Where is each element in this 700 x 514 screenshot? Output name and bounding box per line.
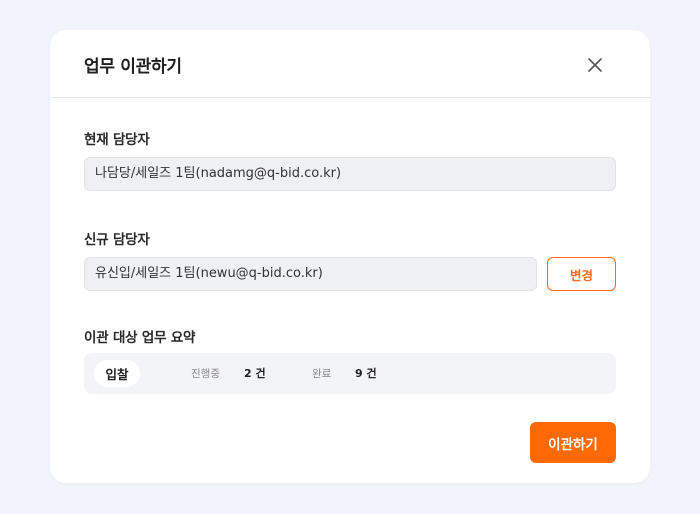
modal-header: 업무 이관하기 [50, 30, 650, 98]
transfer-modal: 업무 이관하기 현재 담당자 나담당/세일즈 1팀(nadamg@q-bid.c… [50, 30, 650, 483]
close-icon [588, 58, 602, 72]
in-progress-label: 진행중 [191, 368, 220, 380]
summary-label: 이관 대상 업무 요약 [84, 330, 196, 346]
modal-title: 업무 이관하기 [84, 57, 182, 77]
current-owner-label: 현재 담당자 [84, 132, 150, 148]
done-label: 완료 [312, 368, 332, 380]
summary-box: 입찰 진행중 2 건 완료 9 건 [84, 353, 616, 394]
done-count: 9 건 [355, 367, 377, 380]
transfer-submit-button[interactable]: 이관하기 [530, 422, 616, 463]
summary-category-pill: 입찰 [94, 360, 140, 387]
new-owner-label: 신규 담당자 [84, 232, 150, 248]
change-owner-button[interactable]: 변경 [547, 257, 616, 291]
close-button[interactable] [584, 54, 606, 76]
current-owner-field: 나담당/세일즈 1팀(nadamg@q-bid.co.kr) [84, 157, 616, 191]
in-progress-count: 2 건 [244, 367, 266, 380]
new-owner-field: 유신입/세일즈 1팀(newu@q-bid.co.kr) [84, 257, 537, 291]
